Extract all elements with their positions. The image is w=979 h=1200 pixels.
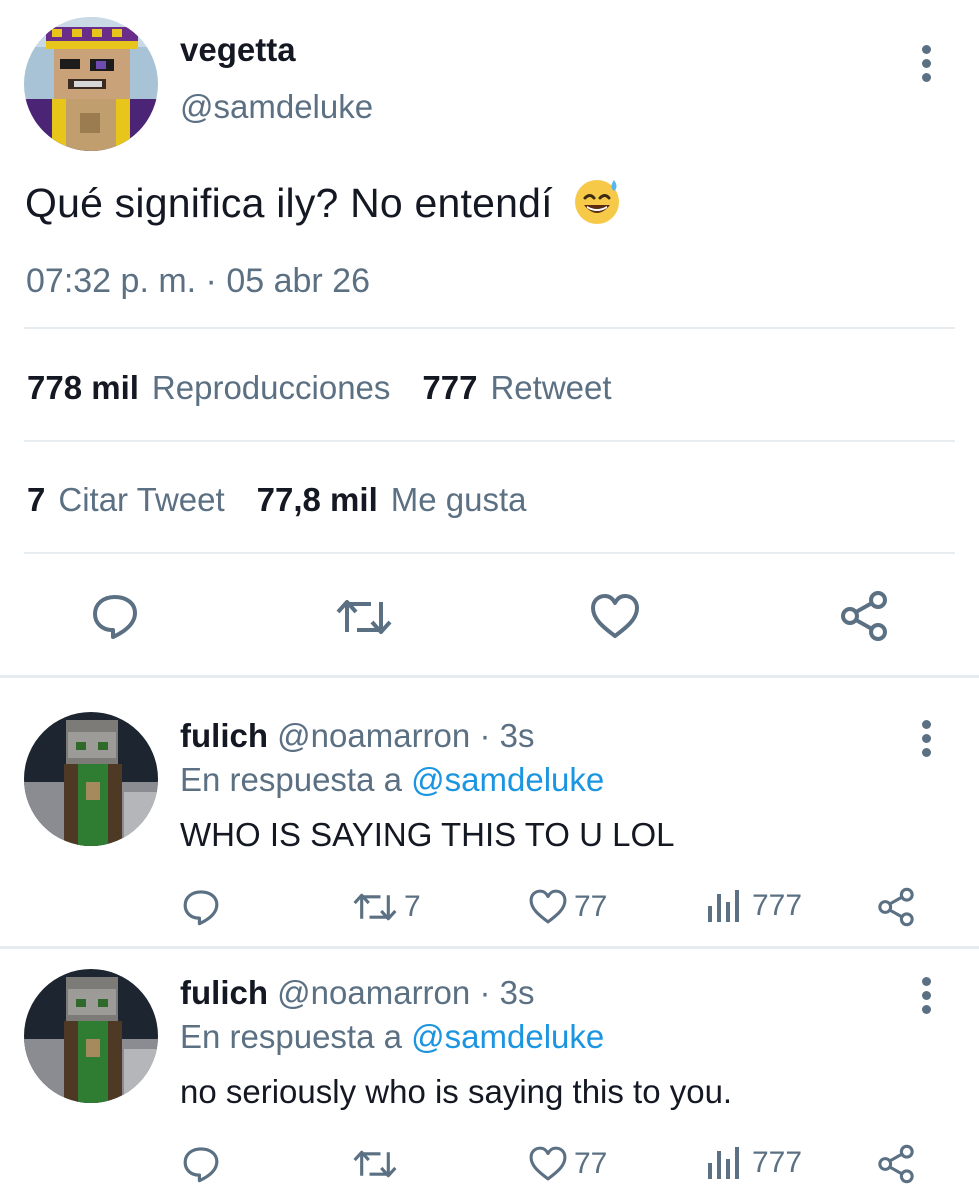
share-icon: [878, 887, 914, 927]
retweet-button[interactable]: [352, 1146, 404, 1182]
reply-time: · 3s: [479, 974, 535, 1011]
like-count: 77: [574, 889, 608, 923]
views-button[interactable]: 777: [706, 1145, 802, 1181]
divider: [24, 327, 955, 329]
reply-header: fulich @noamarron · 3s: [180, 717, 534, 755]
views-count: 777: [752, 889, 803, 922]
views-button[interactable]: 777: [706, 888, 802, 924]
like-button[interactable]: 77: [528, 1145, 607, 1182]
retweet-icon: [336, 600, 392, 634]
avatar-image: [24, 712, 158, 846]
retweet-button[interactable]: [335, 594, 393, 640]
tweet-text-content: Qué significa ily? No entendí: [25, 179, 553, 226]
more-options-icon[interactable]: [919, 45, 933, 87]
reply-text: no seriously who is saying this to you.: [180, 1073, 733, 1110]
reply-to-link[interactable]: @samdeluke: [411, 1018, 604, 1055]
reply-button[interactable]: [182, 888, 220, 926]
avatar[interactable]: [24, 17, 158, 151]
divider: [0, 946, 979, 949]
like-icon: [591, 594, 639, 638]
divider: [0, 675, 979, 678]
analytics-icon: [708, 890, 739, 922]
reply-header: fulich @noamarron · 3s: [180, 974, 534, 1012]
reply-icon: [183, 890, 219, 926]
views-label: Reproducciones: [151, 369, 391, 406]
quotes-count[interactable]: 7: [27, 481, 45, 519]
divider: [24, 552, 955, 554]
retweets-label[interactable]: Retweet: [490, 369, 611, 407]
likes-label[interactable]: Me gusta: [391, 481, 527, 519]
tweet-timestamp: 07:32 p. m. · 05 abr 26: [26, 262, 370, 300]
avatar[interactable]: [24, 712, 158, 846]
stats-row-1: 778 mil Reproducciones 777 Retweet: [27, 369, 612, 407]
quotes-label[interactable]: Citar Tweet: [58, 481, 224, 519]
reply-icon: [93, 595, 137, 639]
share-button[interactable]: [876, 1144, 916, 1184]
reply-prefix: En respuesta a: [180, 1018, 402, 1055]
reply-button[interactable]: [91, 592, 139, 640]
display-name[interactable]: fulich: [180, 717, 268, 754]
display-name[interactable]: fulich: [180, 974, 268, 1011]
like-button[interactable]: 77: [528, 888, 607, 925]
reply-to-link[interactable]: @samdeluke: [411, 761, 604, 798]
like-icon: [529, 1146, 567, 1181]
user-handle[interactable]: @samdeluke: [180, 88, 373, 126]
like-icon: [529, 889, 567, 924]
views-count: 777: [752, 1146, 803, 1179]
retweets-count[interactable]: 777: [422, 369, 477, 407]
sweat-smile-emoji: [572, 176, 622, 236]
reply-prefix: En respuesta a: [180, 761, 402, 798]
stats-row-2: 7 Citar Tweet 77,8 mil Me gusta: [27, 481, 526, 519]
avatar-image: [24, 969, 158, 1103]
user-handle[interactable]: @noamarron: [277, 974, 470, 1011]
more-options-icon[interactable]: [919, 720, 933, 762]
divider: [24, 440, 955, 442]
display-name[interactable]: vegetta: [180, 31, 296, 69]
more-options-icon[interactable]: [919, 977, 933, 1019]
reply-icon: [183, 1147, 219, 1183]
reply-context: En respuesta a @samdeluke: [180, 761, 604, 799]
like-count: 77: [574, 1146, 608, 1180]
retweet-icon: [353, 893, 397, 921]
likes-count[interactable]: 77,8 mil: [257, 481, 378, 519]
retweet-button[interactable]: 7: [352, 889, 421, 925]
share-button[interactable]: [876, 887, 916, 927]
share-button[interactable]: [838, 590, 890, 642]
user-handle[interactable]: @noamarron: [277, 717, 470, 754]
retweet-icon: [353, 1150, 397, 1178]
reply-time: · 3s: [479, 717, 535, 754]
share-icon: [878, 1144, 914, 1184]
avatar[interactable]: [24, 969, 158, 1103]
retweet-count: 7: [404, 890, 421, 923]
reply-button[interactable]: [182, 1145, 220, 1183]
share-icon: [841, 591, 887, 641]
views-count: 778 mil: [27, 369, 139, 406]
avatar-image: [24, 17, 158, 151]
analytics-icon: [708, 1147, 739, 1179]
reply-context: En respuesta a @samdeluke: [180, 1018, 604, 1056]
like-button[interactable]: [589, 592, 641, 640]
tweet-text: Qué significa ily? No entendí: [25, 176, 622, 236]
reply-text: WHO IS SAYING THIS TO U LOL: [180, 816, 675, 853]
